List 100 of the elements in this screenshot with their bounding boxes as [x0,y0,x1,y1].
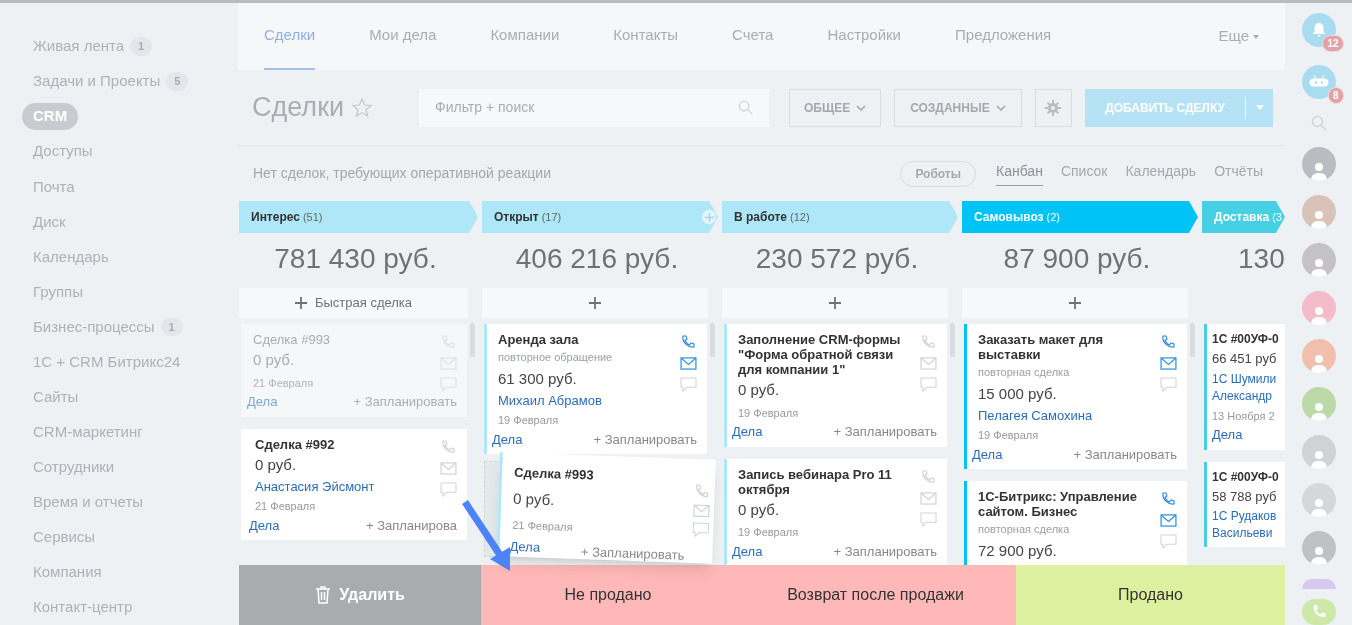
tasks-link[interactable]: Дела [247,392,278,412]
phone-icon[interactable] [680,334,697,350]
deal-title[interactable]: Сделка #992 [255,436,427,452]
deal-card[interactable]: Сделка #993 0 руб. 21 Февраля Дела + Запланировать [241,324,467,417]
search-icon[interactable] [1310,115,1327,131]
sidebar-item[interactable]: Контакт-центр [33,596,133,619]
tasks-link[interactable]: Дела [732,541,763,561]
nav-tab[interactable]: Сделки [264,3,316,70]
contact-link[interactable]: Анастасия Эйсмонт [255,478,427,495]
deal-title[interactable]: 1С #00УФ-0 [1212,469,1285,485]
deal-title[interactable]: Запись вебинара Pro 11 октября [738,466,907,497]
quick-add-button[interactable]: Быстрая сделка [239,288,468,318]
sidebar-item[interactable]: Доступы [33,140,93,163]
schedule-link[interactable]: + Запланировать [580,541,685,565]
search-field[interactable]: Фильтр + поиск [419,88,769,127]
tasks-link[interactable]: Дела [972,444,1003,464]
deal-title[interactable]: Сделка #993 [253,332,427,347]
tasks-link[interactable]: Дела [1212,425,1243,445]
schedule-link[interactable]: + Запланировать [833,422,937,442]
nav-tab[interactable]: Компании [490,3,560,70]
dragged-card[interactable]: Сделка #993 0 руб. 21 Февраля Дела + Запланировать [496,452,716,564]
phone-icon[interactable] [920,334,937,350]
phone-icon[interactable] [1160,334,1177,350]
tasks-link[interactable]: Дела [732,422,763,442]
sidebar-item[interactable]: Бизнес-процессы [33,315,155,339]
deal-title[interactable]: Заказать макет для выставки [978,332,1147,362]
drop-zone[interactable]: Возврат после продажи [735,565,1016,625]
mail-icon[interactable] [1160,357,1177,370]
tasks-link[interactable]: Дела [249,515,280,535]
deal-card[interactable]: Заказать макет для выставки повторная сделка 15 000 руб. Пелагея Самохина 19 Февраля Дела + Запланировать [964,324,1187,469]
tasks-link[interactable]: Дела [492,429,523,449]
call-button[interactable] [1301,599,1336,625]
contact-link[interactable]: 1С Шумили Александр [1212,370,1285,405]
contact-link[interactable]: Михаил Абрамов [498,392,667,409]
avatar[interactable] [1301,339,1336,373]
tasks-link[interactable]: Дела [509,536,541,557]
deal-card[interactable]: Запись вебинара Pro 11 октября 0 руб. 19 Февраля Дела + Запланировать [724,458,947,565]
chat-icon[interactable] [920,511,937,527]
drop-zone[interactable]: Продано [1016,565,1285,625]
quick-add-button[interactable] [962,288,1188,318]
schedule-link[interactable]: + Запланировать [353,392,457,412]
sidebar-item[interactable]: Календарь [33,245,109,269]
avatar[interactable] [1301,243,1336,277]
sidebar-item[interactable]: Задачи и Проекты [33,70,161,93]
view-tab[interactable]: Отчёты [1214,161,1263,186]
deal-title[interactable]: 1С-Битрикс: Управление сайтом. Бизнес [978,489,1147,519]
contact-link[interactable]: Пелагея Самохина [978,407,1147,424]
chat-icon[interactable] [440,481,457,497]
schedule-link[interactable]: + Запланировать [593,429,697,449]
chat-icon[interactable] [920,377,937,392]
contact-link[interactable]: 1С Рудаков Васильеви [1212,508,1285,542]
sidebar-item[interactable]: 1С + CRM Битрикс24 [33,350,181,374]
deal-card[interactable]: Заполнение CRM-формы "Форма обратной связи для компании 1" 0 руб. 19 Февраля Дела + Запланировать [724,324,947,447]
chat-icon[interactable] [1160,534,1177,549]
nav-tab[interactable]: Счета [732,3,774,70]
phone-icon[interactable] [920,468,937,485]
drop-zone[interactable]: Не продано [481,565,735,625]
schedule-link[interactable]: + Запланировать [1073,444,1177,464]
deal-card[interactable]: Аренда зала повторное обращение 61 300 руб. Михаил Абрамов 19 Февраля Дела + Запланировать [484,324,707,454]
deal-title[interactable]: Аренда зала [498,332,667,347]
add-column-button[interactable] [702,210,716,224]
deal-title[interactable]: Сделка #993 [513,462,680,489]
sidebar-item[interactable]: Диск [33,210,66,234]
chat-icon[interactable] [680,377,697,392]
filter-button[interactable]: СОЗДАННЫЕ [894,88,1022,127]
deal-title[interactable]: Заполнение CRM-формы "Форма обратной связи для компании 1" [738,332,907,377]
nav-tab[interactable]: Настройки [827,3,901,70]
more-menu[interactable]: Еще [1218,25,1259,48]
nav-tab[interactable]: Мои дела [369,3,437,70]
avatar[interactable] [1301,483,1336,517]
deal-card[interactable]: Сделка #992 0 руб. Анастасия Эйсмонт 21 Февраля Дела + Запланирова [241,428,467,540]
view-tab[interactable]: Канбан [996,161,1043,186]
avatar[interactable] [1301,195,1336,229]
avatar[interactable] [1301,579,1336,589]
star-icon[interactable] [352,97,373,118]
drop-zone[interactable]: Удалить [239,565,481,625]
nav-tab[interactable]: Контакты [613,3,679,70]
deal-card[interactable]: 1С #00УФ-0 66 451 руб 1С Шумили Александр 13 Ноября 2 Дела [1204,324,1285,450]
sidebar-item[interactable]: Почта [33,175,75,199]
sidebar-item[interactable]: Время и отчеты [33,491,144,514]
schedule-link[interactable]: + Запланировать [833,541,937,561]
phone-icon[interactable] [1160,491,1177,507]
nav-tab[interactable]: Предложения [955,3,1052,70]
settings-button[interactable] [1034,88,1073,127]
mail-icon[interactable] [680,357,697,370]
deal-title[interactable]: 1С #00УФ-0 [1212,332,1285,347]
chat-icon[interactable] [692,522,710,538]
quick-add-button[interactable] [722,288,948,318]
sidebar-item[interactable]: Живая лента [33,35,125,58]
view-tab[interactable]: Список [1060,161,1108,186]
sidebar-item[interactable]: Сервисы [33,526,96,549]
avatar[interactable] [1301,147,1336,181]
avatar[interactable] [1301,531,1336,565]
avatar[interactable] [1301,387,1336,421]
phone-icon[interactable] [440,438,457,455]
view-tab[interactable]: Календарь [1125,161,1197,186]
phone-icon[interactable] [693,483,711,500]
quick-add-button[interactable] [482,288,708,318]
deal-card[interactable]: 1С-Битрикс: Управление сайтом. Бизнес повторная сделка 72 900 руб. [964,481,1187,565]
schedule-link[interactable]: + Запланирова [365,515,457,535]
